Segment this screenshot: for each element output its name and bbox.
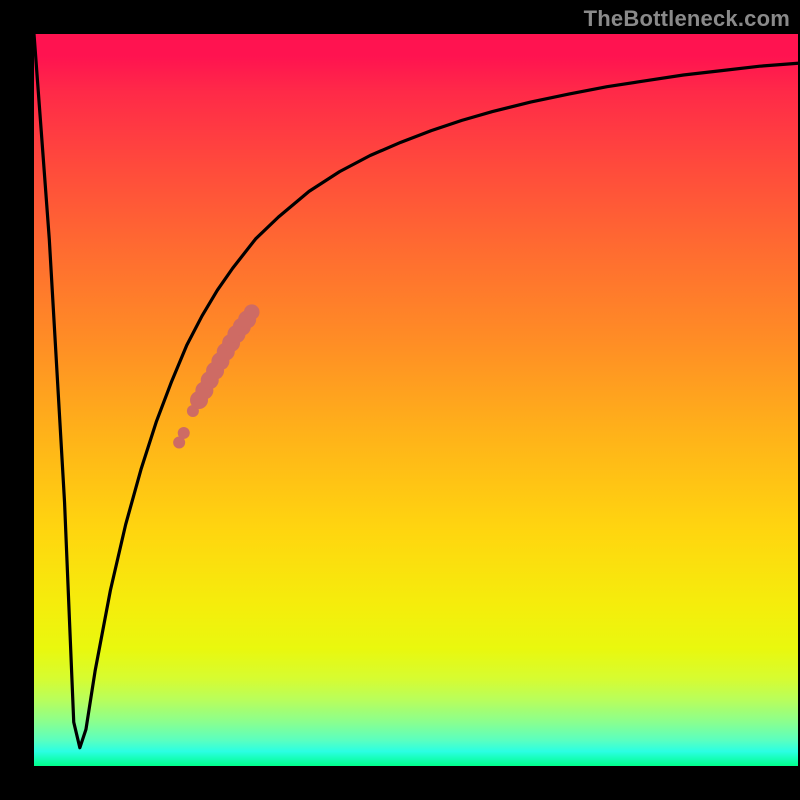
outer-frame: TheBottleneck.com — [0, 0, 800, 800]
curve-markers — [173, 304, 259, 448]
bottleneck-curve — [34, 34, 798, 748]
plot-area — [34, 34, 798, 766]
marker-dot — [244, 304, 260, 320]
chart-svg — [34, 34, 798, 766]
marker-dot — [178, 427, 190, 439]
watermark-text: TheBottleneck.com — [584, 6, 790, 32]
